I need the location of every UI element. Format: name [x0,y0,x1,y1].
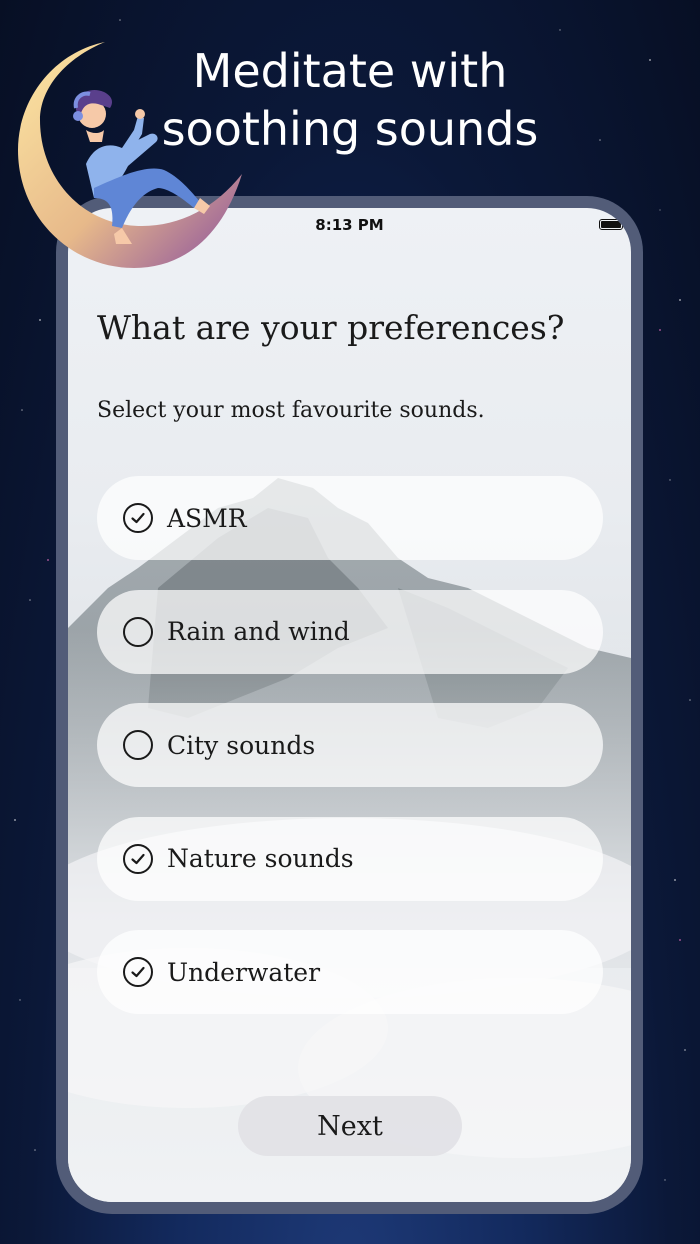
page-subtitle: Select your most favourite sounds. [97,398,485,423]
option-rain-and-wind[interactable]: Rain and wind [97,589,603,674]
page-title: What are your preferences? [97,308,565,347]
option-label: City sounds [167,730,316,760]
option-label: Nature sounds [167,844,354,873]
option-city-sounds[interactable]: City sounds [97,703,603,787]
option-asmr[interactable]: ASMR [97,476,603,560]
moon-character-illustration [18,42,242,268]
check-circle-icon [123,957,153,987]
option-label: Rain and wind [167,617,350,646]
sound-options-list: ASMR Rain and wind City sounds Nature so… [97,476,603,1044]
phone-frame: 8:13 PM What are your preferences? Selec… [56,196,643,1214]
option-label: ASMR [167,503,247,533]
next-button[interactable]: Next [238,1096,462,1156]
option-underwater[interactable]: Underwater [97,930,603,1014]
empty-circle-icon [123,616,153,647]
option-label: Underwater [167,957,321,987]
check-circle-icon [123,503,153,533]
phone-screen: 8:13 PM What are your preferences? Selec… [68,208,631,1202]
battery-icon [599,219,623,230]
option-nature-sounds[interactable]: Nature sounds [97,816,603,901]
check-circle-icon [123,843,153,874]
empty-circle-icon [123,730,153,760]
